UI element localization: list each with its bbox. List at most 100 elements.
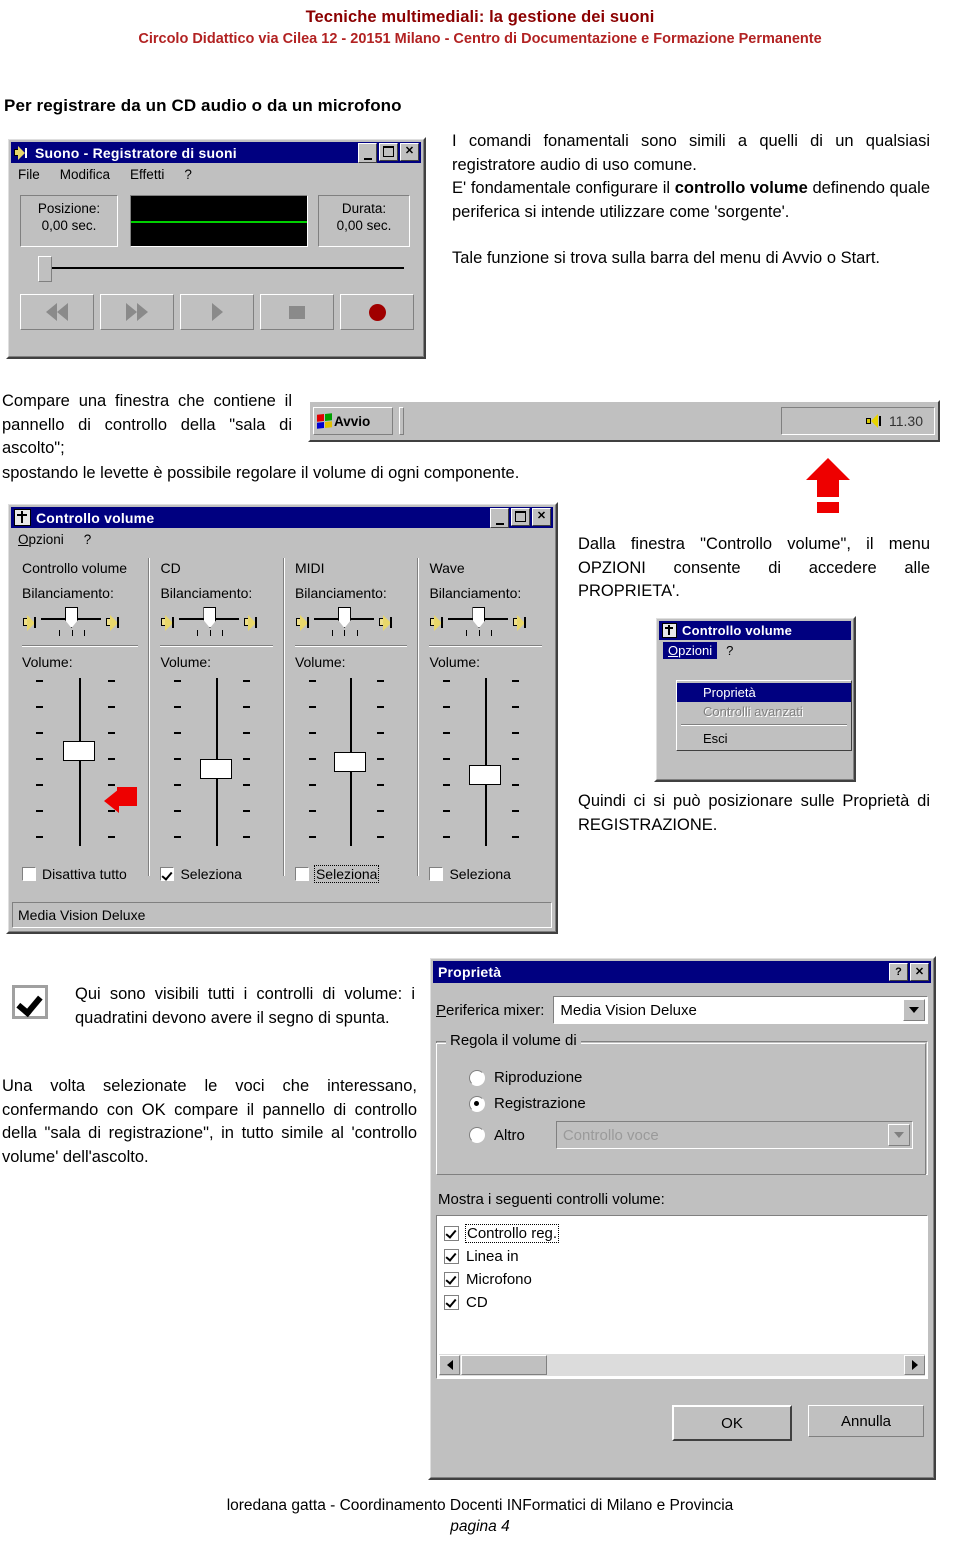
column-name: CD bbox=[160, 560, 181, 576]
menu-effetti[interactable]: Effetti bbox=[130, 167, 164, 182]
seek-thumb[interactable] bbox=[38, 256, 52, 282]
volume-control-title: Controllo volume bbox=[36, 509, 155, 526]
fast-forward-icon-2 bbox=[137, 303, 148, 321]
balance-slider[interactable] bbox=[313, 605, 374, 639]
horizontal-scrollbar[interactable] bbox=[439, 1354, 925, 1376]
document-header: Tecniche multimediali: la gestione dei s… bbox=[0, 0, 960, 49]
proprieta-titlebar[interactable]: Proprietà ? ✕ bbox=[433, 961, 931, 983]
volume-slider[interactable] bbox=[295, 676, 408, 848]
balance-slider-row bbox=[295, 605, 408, 639]
menu-item-esci[interactable]: Esci bbox=[677, 729, 851, 748]
volume-thumb[interactable] bbox=[334, 751, 367, 772]
list-item[interactable]: Microfono bbox=[444, 1268, 927, 1291]
spostando-paragraph: spostando le levette è possibile regolar… bbox=[2, 464, 520, 482]
rewind-icon bbox=[46, 303, 57, 321]
select-checkbox-label: Seleziona bbox=[449, 866, 511, 882]
maximize-button[interactable] bbox=[511, 507, 530, 526]
list-item-checkbox[interactable] bbox=[444, 1249, 459, 1264]
seek-track[interactable] bbox=[50, 267, 404, 269]
menu-item-proprieta[interactable]: Proprietà bbox=[677, 683, 851, 702]
select-checkbox-label: Seleziona bbox=[180, 866, 242, 882]
list-item-checkbox[interactable] bbox=[444, 1272, 459, 1287]
scroll-left-button[interactable] bbox=[439, 1355, 460, 1375]
select-checkbox-row[interactable]: Seleziona bbox=[429, 866, 511, 882]
menu-demo-titlebar[interactable]: Controllo volume bbox=[659, 621, 851, 640]
speaker-icon bbox=[14, 145, 30, 160]
maximize-button[interactable] bbox=[379, 142, 398, 161]
balance-slider[interactable] bbox=[448, 605, 509, 639]
rewind-button[interactable] bbox=[20, 294, 94, 330]
menu-help[interactable]: ? bbox=[184, 167, 192, 182]
column-name: Wave bbox=[429, 560, 465, 576]
menu-separator bbox=[681, 724, 847, 726]
record-button[interactable] bbox=[340, 294, 414, 330]
status-bar: Media Vision Deluxe bbox=[12, 902, 552, 928]
system-tray: 11.30 bbox=[781, 407, 935, 435]
select-checkbox[interactable] bbox=[160, 867, 175, 881]
divider bbox=[22, 645, 139, 647]
list-item-label: Linea in bbox=[466, 1248, 519, 1265]
list-item[interactable]: Linea in bbox=[444, 1245, 927, 1268]
radio-altro[interactable] bbox=[469, 1127, 485, 1143]
ok-button[interactable]: OK bbox=[672, 1405, 792, 1441]
volume-slider[interactable] bbox=[22, 676, 138, 848]
menu-opzioni[interactable]: Opzioni bbox=[663, 642, 718, 659]
radio-row-registrazione[interactable]: Registrazione bbox=[469, 1095, 913, 1112]
tray-clock[interactable]: 11.30 bbox=[889, 413, 923, 429]
fast-forward-button[interactable] bbox=[100, 294, 174, 330]
list-item[interactable]: Controllo reg. bbox=[444, 1222, 927, 1245]
stop-button[interactable] bbox=[260, 294, 334, 330]
position-panel: Posizione: 0,00 sec. bbox=[20, 195, 118, 247]
controls-listbox[interactable]: Controllo reg. Linea in Microfono CD bbox=[436, 1215, 928, 1379]
minimize-button[interactable] bbox=[358, 142, 377, 163]
radio-row-riproduzione[interactable]: Riproduzione bbox=[469, 1069, 913, 1086]
close-icon[interactable]: ✕ bbox=[532, 507, 551, 526]
menu-opzioni[interactable]: Opzioni bbox=[18, 532, 64, 547]
list-item[interactable]: CD bbox=[444, 1291, 927, 1314]
volume-thumb[interactable] bbox=[63, 741, 96, 762]
chevron-down-icon[interactable] bbox=[903, 999, 925, 1021]
close-icon[interactable]: ✕ bbox=[400, 142, 419, 161]
speaker-left-icon bbox=[429, 614, 444, 631]
intro-paragraph-block: I comandi fonamentali sono simili a quel… bbox=[452, 130, 930, 271]
menu-file[interactable]: File bbox=[18, 167, 40, 182]
radio-row-altro[interactable]: Altro Controllo voce bbox=[469, 1121, 913, 1149]
balance-slider[interactable] bbox=[41, 605, 101, 639]
help-button[interactable]: ? bbox=[889, 963, 908, 981]
select-checkbox[interactable] bbox=[429, 867, 444, 881]
close-icon[interactable]: ✕ bbox=[910, 963, 929, 981]
mute-checkbox-row[interactable]: Disattiva tutto bbox=[22, 866, 127, 882]
volume-target-group: Regola il volume di Riproduzione Registr… bbox=[436, 1032, 928, 1175]
menu-help[interactable]: ? bbox=[84, 532, 92, 547]
balance-slider[interactable] bbox=[179, 605, 240, 639]
list-item-checkbox[interactable] bbox=[444, 1295, 459, 1310]
play-button[interactable] bbox=[180, 294, 254, 330]
menu-modifica[interactable]: Modifica bbox=[60, 167, 110, 182]
volume-tray-icon[interactable] bbox=[866, 414, 882, 428]
mute-checkbox[interactable] bbox=[22, 867, 36, 881]
volume-control-titlebar[interactable]: Controllo volume ✕ bbox=[11, 507, 553, 528]
menu-help[interactable]: ? bbox=[726, 643, 733, 658]
volume-slider[interactable] bbox=[429, 676, 542, 848]
start-button[interactable]: Avvio bbox=[313, 407, 393, 435]
volume-thumb[interactable] bbox=[468, 765, 501, 786]
select-checkbox[interactable] bbox=[294, 867, 309, 881]
mixer-device-select[interactable]: Media Vision Deluxe bbox=[553, 996, 928, 1024]
select-checkbox-row[interactable]: Seleziona bbox=[160, 866, 242, 882]
volume-slider[interactable] bbox=[160, 676, 273, 848]
scroll-right-button[interactable] bbox=[904, 1355, 925, 1375]
radio-registrazione[interactable] bbox=[469, 1095, 485, 1112]
balance-label: Bilanciamento: bbox=[22, 585, 114, 601]
minimize-button[interactable] bbox=[490, 507, 509, 528]
volume-thumb[interactable] bbox=[199, 758, 232, 779]
radio-riproduzione[interactable] bbox=[469, 1069, 485, 1086]
cancel-button[interactable]: Annulla bbox=[808, 1405, 924, 1437]
select-checkbox-row[interactable]: Seleziona bbox=[294, 865, 380, 883]
scrollbar-thumb[interactable] bbox=[461, 1355, 547, 1375]
list-item-checkbox[interactable] bbox=[444, 1226, 459, 1241]
position-label: Posizione: bbox=[37, 201, 101, 216]
sound-recorder-window-buttons: ✕ bbox=[358, 142, 419, 163]
sound-recorder-titlebar[interactable]: Suono - Registratore di suoni ✕ bbox=[11, 142, 421, 163]
speaker-right-icon bbox=[378, 614, 393, 631]
